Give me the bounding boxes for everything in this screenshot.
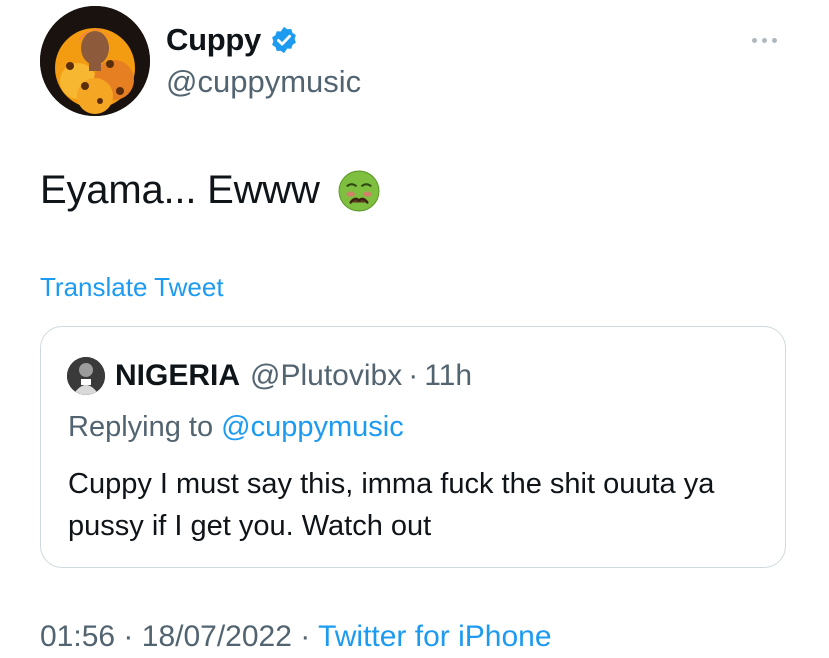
quoted-tweet-header: NIGERIA @Plutovibx · 11h bbox=[67, 357, 472, 395]
quoted-author-avatar[interactable] bbox=[67, 357, 105, 395]
replying-to-line: Replying to @cuppymusic bbox=[68, 411, 404, 444]
author-avatar[interactable] bbox=[40, 6, 150, 116]
more-options-icon[interactable] bbox=[752, 30, 786, 50]
tweet-date[interactable]: 18/07/2022 bbox=[142, 620, 292, 653]
replying-to-mention[interactable]: @cuppymusic bbox=[221, 411, 404, 443]
quoted-tweet-text: Cuppy I must say this, imma fuck the shi… bbox=[68, 468, 715, 542]
quoted-author-handle[interactable]: @Plutovibx bbox=[250, 359, 402, 393]
footer-separator: · bbox=[300, 620, 311, 653]
replying-prefix: Replying to bbox=[68, 411, 214, 443]
quoted-avatar-photo bbox=[67, 357, 105, 395]
tweet-footer: 01:56 · 18/07/2022 · Twitter for iPhone bbox=[40, 620, 552, 654]
quoted-tweet-card[interactable]: NIGERIA @Plutovibx · 11h Replying to @cu… bbox=[40, 326, 786, 568]
tweet-source-link[interactable]: Twitter for iPhone bbox=[318, 620, 551, 653]
verified-badge-icon bbox=[269, 25, 299, 55]
author-handle[interactable]: @cuppymusic bbox=[166, 64, 361, 100]
footer-separator: · bbox=[123, 620, 134, 653]
tweet-time[interactable]: 01:56 bbox=[40, 620, 115, 653]
quoted-author-display-name[interactable]: NIGERIA bbox=[115, 359, 240, 393]
quoted-tweet-time[interactable]: 11h bbox=[424, 359, 472, 393]
author-name-row: Cuppy bbox=[166, 22, 299, 58]
tweet-text-content: Eyama... Ewww bbox=[40, 168, 320, 212]
translate-tweet-link[interactable]: Translate Tweet bbox=[40, 272, 224, 303]
tweet-text: Eyama... Ewww bbox=[40, 168, 380, 213]
meta-separator: · bbox=[408, 359, 419, 392]
author-display-name[interactable]: Cuppy bbox=[166, 22, 261, 58]
avatar-photo bbox=[40, 6, 150, 116]
nauseated-face-emoji bbox=[338, 170, 380, 212]
